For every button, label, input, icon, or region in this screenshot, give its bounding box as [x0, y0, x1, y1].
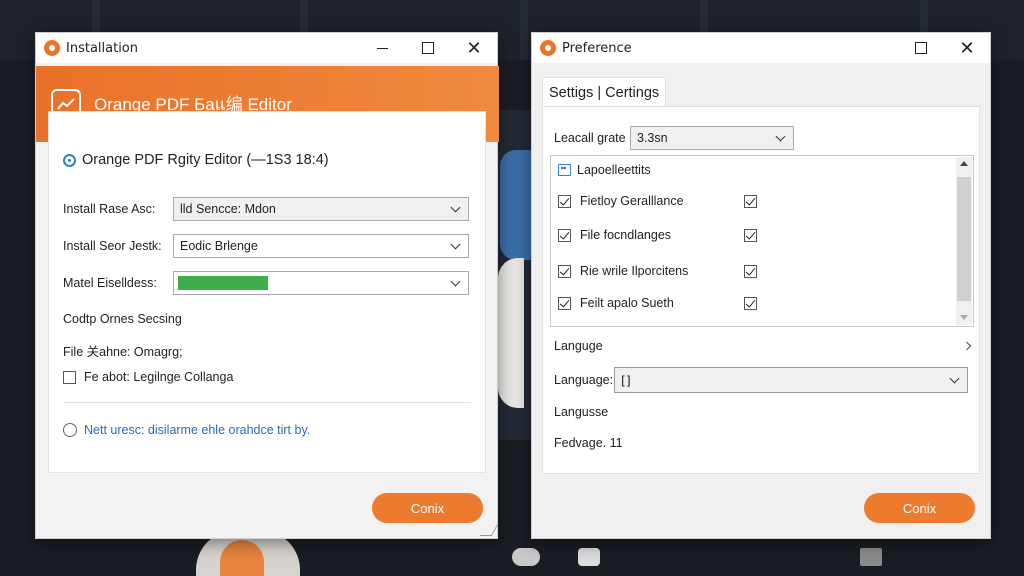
- info-line: Langusse: [554, 405, 609, 419]
- list-header-label: Lapoelleettits: [577, 163, 651, 177]
- dropdown-value: []: [621, 372, 631, 388]
- list-item-checkbox[interactable]: [558, 228, 571, 242]
- product-row: Orange PDF Rgity Editor (—1S3 18:4): [63, 152, 329, 168]
- desktop-bottom-orange-shape: [220, 540, 264, 576]
- progress-dropdown[interactable]: [173, 271, 469, 295]
- option-checkbox[interactable]: [63, 370, 76, 384]
- installation-window: Installation ✕ Orange PDF Бaแ编 Editor Or…: [35, 32, 499, 539]
- scroll-down-arrow-icon[interactable]: [960, 315, 968, 320]
- info-icon: [63, 153, 76, 167]
- list-item[interactable]: File focndlanges: [558, 228, 766, 242]
- list-item-label: Feilt apalo Sueth: [580, 296, 674, 310]
- install-base-dropdown[interactable]: lld Sencce: Mdon: [173, 197, 469, 221]
- chevron-down-icon: [949, 373, 960, 383]
- close-button[interactable]: ✕: [944, 33, 990, 63]
- close-button[interactable]: ✕: [451, 33, 497, 63]
- chevron-down-icon: [450, 239, 461, 249]
- radio-option-row[interactable]: Nett uresc: disilarme ehle orahdce tirt …: [63, 423, 310, 437]
- field-label: Install Rase Asc:: [63, 202, 156, 216]
- list-item[interactable]: Fietloy Geralllance: [558, 194, 766, 208]
- list-item-checkbox[interactable]: [558, 296, 571, 310]
- continue-button[interactable]: Conix: [864, 493, 975, 523]
- options-list[interactable]: Lapoelleettits Fietloy Geralllance File …: [550, 155, 974, 327]
- maximize-button[interactable]: [898, 33, 944, 63]
- leacall-dropdown[interactable]: 3.3sn: [630, 126, 794, 150]
- continue-button[interactable]: Conix: [372, 493, 483, 523]
- field-label: Language:: [554, 373, 614, 387]
- checkbox-label: Fe abot: Legilnge Collanga: [84, 370, 234, 384]
- window-title: Installation: [66, 40, 139, 56]
- scroll-thumb[interactable]: [957, 177, 971, 301]
- list-item-checkbox[interactable]: [558, 264, 571, 278]
- progress-track: [178, 276, 452, 290]
- language-dropdown[interactable]: []: [614, 367, 968, 393]
- taskbar-app-icon[interactable]: [860, 548, 882, 566]
- resize-grip[interactable]: [479, 524, 499, 536]
- info-line: Fedvage. 11: [554, 436, 623, 450]
- field-label: Matel Eiselldess:: [63, 276, 157, 290]
- option-checkbox-row[interactable]: Fe abot: Legilnge Collanga: [63, 370, 233, 384]
- folder-icon: [558, 164, 571, 176]
- install-content-panel: Orange PDF Rgity Editor (—1S3 18:4) Inst…: [48, 111, 486, 473]
- divider: [63, 402, 471, 403]
- list-item[interactable]: Feilt apalo Sueth: [558, 296, 766, 310]
- window-title: Preference: [562, 40, 632, 56]
- tab-settings[interactable]: Settigs | Certings: [542, 77, 667, 107]
- leacall-row: Leacall grate 3.3sn: [554, 126, 794, 150]
- preference-content-panel: Leacall grate 3.3sn Lapoelleettits Fietl…: [542, 106, 980, 474]
- dropdown-value: Eodic Brlenge: [180, 239, 258, 253]
- chevron-right-icon: [962, 341, 972, 351]
- field-row-install-source: Install Seor Jestk: Eodic Brlenge: [63, 234, 469, 258]
- list-item-checkbox-right[interactable]: [744, 228, 757, 242]
- chevron-down-icon: [775, 131, 786, 141]
- install-source-dropdown[interactable]: Eodic Brlenge: [173, 234, 469, 258]
- list-item-checkbox[interactable]: [558, 194, 571, 208]
- title-bar[interactable]: Preference ✕: [532, 33, 990, 63]
- title-bar[interactable]: Installation ✕: [36, 33, 497, 63]
- app-logo-icon: [540, 40, 556, 56]
- radio-button[interactable]: [63, 423, 77, 437]
- language-expand-row[interactable]: Languge: [554, 339, 972, 353]
- scroll-up-arrow-icon[interactable]: [960, 161, 968, 166]
- field-row-install-base: Install Rase Asc: lld Sencce: Mdon: [63, 197, 469, 221]
- progress-bar: [178, 276, 268, 290]
- taskbar-app-icon[interactable]: [578, 548, 600, 566]
- desktop-blue-shape: [500, 150, 534, 260]
- info-line: Codtp Ornes Secsing: [63, 312, 182, 326]
- list-item-label: File focndlanges: [580, 228, 672, 242]
- info-line: File 关ahne: Omagrg;: [63, 345, 183, 359]
- list-item-label: Fietloy Geralllance: [580, 194, 684, 208]
- desktop-strip: [520, 0, 528, 60]
- radio-label: Nett uresc: disilarme ehle orahdce tirt …: [84, 423, 311, 437]
- language-select-row: Language: []: [554, 367, 968, 393]
- list-header: Lapoelleettits: [558, 163, 651, 177]
- preference-window: Preference ✕ Settigs | Certings Leacall …: [531, 32, 991, 539]
- field-label: Leacall grate: [554, 131, 626, 145]
- tab-strip: Settigs | Certings: [542, 77, 667, 107]
- list-item-checkbox-right[interactable]: [744, 194, 757, 208]
- desktop-white-shape: [498, 258, 524, 408]
- chevron-down-icon: [450, 202, 461, 212]
- taskbar-app-icon[interactable]: [512, 548, 540, 566]
- list-item-label: Rie wrile Ilporcitens: [580, 264, 689, 278]
- field-label: Install Seor Jestk:: [63, 239, 162, 253]
- vertical-scrollbar[interactable]: [956, 157, 972, 325]
- list-item-checkbox-right[interactable]: [744, 296, 757, 310]
- list-item[interactable]: Rie wrile Ilporcitens: [558, 264, 766, 278]
- dropdown-value: lld Sencce: Mdon: [180, 202, 276, 216]
- chevron-down-icon: [450, 276, 461, 286]
- app-logo-icon: [44, 40, 60, 56]
- minimize-button[interactable]: [359, 33, 405, 63]
- dropdown-value: 3.3sn: [637, 131, 668, 145]
- language-row-label: Languge: [554, 339, 603, 353]
- maximize-button[interactable]: [405, 33, 451, 63]
- field-row-progress: Matel Eiselldess:: [63, 271, 469, 295]
- product-name: Orange PDF Rgity Editor (—1S3 18:4): [82, 152, 329, 168]
- list-item-checkbox-right[interactable]: [744, 264, 757, 278]
